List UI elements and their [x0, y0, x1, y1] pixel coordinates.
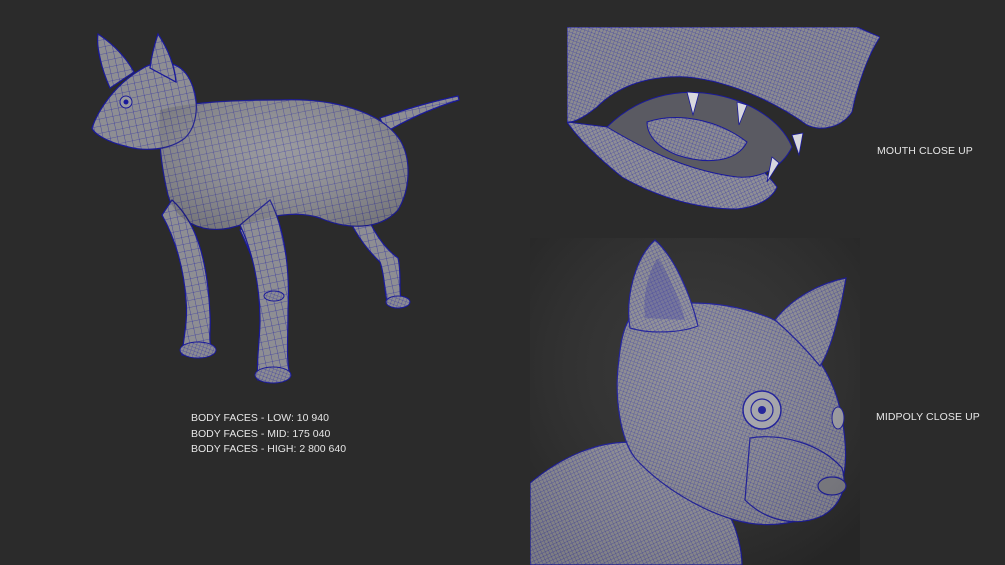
mouth-closeup-label: MOUTH CLOSE UP	[877, 145, 973, 157]
midpoly-closeup-label: MIDPOLY CLOSE UP	[876, 411, 980, 423]
mouth-closeup-render	[567, 27, 880, 214]
midpoly-closeup-render	[530, 238, 860, 565]
stat-high: BODY FACES - HIGH: 2 800 640	[191, 443, 347, 455]
stat-mid: BODY FACES - MID: 175 040	[191, 427, 331, 440]
cat-full-body-render	[91, 32, 460, 384]
stat-low: BODY FACES - LOW: 10 940	[191, 412, 329, 424]
body-faces-stats: BODY FACES - LOW: 10 940 BODY FACES - MI…	[191, 411, 346, 458]
